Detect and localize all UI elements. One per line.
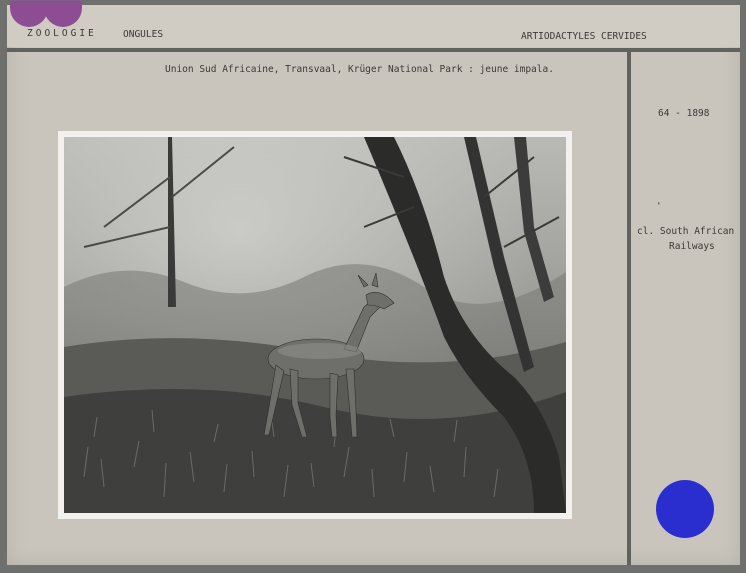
- photo-caption: Union Sud Africaine, Transvaal, Krüger N…: [165, 64, 554, 75]
- index-card: ZOOLOGIE ONGULES ARTIODACTYLES CERVIDES …: [7, 1, 740, 565]
- credit-line-1: cl. South African: [637, 226, 735, 237]
- photo-mount: [58, 131, 572, 519]
- blue-dot-sticker: [656, 480, 714, 538]
- category-label: ZOOLOGIE: [27, 28, 97, 39]
- impala-photograph: [64, 137, 566, 513]
- taxonomy-label: ARTIODACTYLES: [521, 31, 596, 42]
- small-mark: ': [656, 201, 662, 212]
- reference-number: 64 - 1898: [658, 108, 710, 119]
- photo-image: [64, 137, 566, 513]
- vertical-rule: [627, 50, 631, 565]
- subcategory-label: ONGULES: [123, 29, 164, 40]
- family-label: CERVIDES: [601, 31, 647, 42]
- credit-line-2: Railways: [669, 241, 715, 252]
